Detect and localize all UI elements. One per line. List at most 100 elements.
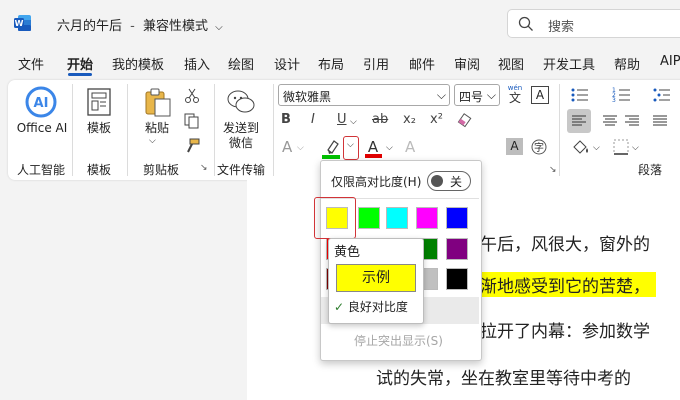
- change-case-button[interactable]: A: [405, 138, 415, 156]
- office-ai-button[interactable]: Office AI: [14, 121, 70, 136]
- svg-text:3: 3: [612, 97, 616, 104]
- high-contrast-toggle[interactable]: 关: [427, 171, 471, 191]
- group-divider: [559, 84, 560, 176]
- group-divider: [214, 84, 215, 176]
- group-label-paragraph: 段落: [638, 163, 663, 177]
- ribbon-tabs: 文件 开始 我的模板 插入 绘图 设计 布局 引用 邮件 审阅 视图 开发工具 …: [0, 50, 680, 76]
- font-size-value: 四号: [459, 90, 484, 104]
- copy-icon[interactable]: [184, 113, 200, 129]
- highlight-color-dropdown-button[interactable]: ⌵: [343, 136, 359, 160]
- high-contrast-only-label: 仅限高对比度(H): [331, 175, 422, 189]
- chevron-down-icon: ⌵: [486, 88, 496, 102]
- tab-insert[interactable]: 插入: [184, 54, 210, 73]
- group-label-ai: 人工智能: [17, 163, 66, 177]
- tab-home[interactable]: 开始: [67, 54, 93, 73]
- dialog-launcher-icon[interactable]: ↘: [200, 163, 208, 173]
- document-line-highlighted: 渐地感受到它的苦楚，: [480, 272, 656, 297]
- chevron-down-icon[interactable]: ⌵: [632, 143, 639, 153]
- color-swatch[interactable]: [386, 207, 408, 229]
- align-left-icon: [572, 115, 586, 126]
- tooltip-sample: 示例: [336, 264, 416, 292]
- borders-icon[interactable]: [612, 138, 630, 156]
- superscript-button[interactable]: x²: [430, 112, 443, 127]
- underline-button[interactable]: U: [337, 112, 347, 127]
- color-swatch[interactable]: [446, 207, 468, 229]
- color-swatch[interactable]: [416, 207, 438, 229]
- tooltip-color-name: 黄色: [334, 245, 361, 260]
- svg-text:字: 字: [534, 141, 544, 154]
- font-color-icon[interactable]: A: [364, 137, 384, 159]
- format-painter-icon[interactable]: [184, 138, 200, 154]
- subscript-button[interactable]: x₂: [403, 112, 416, 127]
- document-line: 试的失常，坐在教室里等待中考的: [376, 369, 631, 389]
- character-border-button[interactable]: A: [531, 86, 549, 104]
- highlighter-icon[interactable]: [320, 136, 344, 160]
- tab-draw[interactable]: 绘图: [228, 54, 254, 73]
- font-name-value: 微软雅黑: [283, 90, 332, 104]
- color-swatch[interactable]: [446, 268, 468, 290]
- wechat-icon: [227, 90, 255, 113]
- tab-references[interactable]: 引用: [363, 54, 389, 73]
- bold-button[interactable]: B: [281, 112, 291, 127]
- toggle-knob: [431, 175, 443, 187]
- tab-file[interactable]: 文件: [18, 54, 44, 73]
- svg-text:AI: AI: [34, 96, 49, 111]
- search-placeholder: 搜索: [548, 20, 575, 35]
- color-swatch[interactable]: [446, 238, 468, 260]
- justify-icon[interactable]: [648, 109, 672, 133]
- bullets-icon[interactable]: [570, 86, 590, 104]
- multilevel-list-icon[interactable]: [652, 86, 672, 104]
- group-label-template: 模板: [87, 163, 112, 177]
- chevron-down-icon: ⌵: [436, 88, 446, 102]
- numbering-icon[interactable]: 123: [612, 86, 632, 104]
- document-line: 拉开了内幕：参加数学: [480, 322, 650, 342]
- send-to-wechat-button[interactable]: 发送到微信: [218, 121, 264, 151]
- tooltip-contrast-info: ✓ 良好对比度: [334, 298, 408, 315]
- char-shading-button[interactable]: A: [506, 138, 523, 155]
- active-tab-indicator: [68, 73, 92, 76]
- template-button[interactable]: 模板: [86, 121, 112, 136]
- chevron-down-icon[interactable]: ⌵: [593, 143, 600, 153]
- tab-help[interactable]: 帮助: [614, 54, 640, 73]
- chevron-down-icon[interactable]: ⌵: [350, 117, 357, 127]
- strikethrough-button[interactable]: ab: [372, 112, 388, 127]
- color-swatch[interactable]: [358, 207, 380, 229]
- tab-developer[interactable]: 开发工具: [543, 54, 595, 73]
- tab-view[interactable]: 视图: [498, 54, 524, 73]
- tab-my-templates[interactable]: 我的模板: [112, 54, 164, 73]
- chevron-down-icon[interactable]: ⌵: [297, 143, 304, 153]
- svg-text:W: W: [15, 19, 24, 28]
- group-label-clipboard: 剪贴板: [143, 163, 180, 177]
- cut-icon[interactable]: [184, 88, 200, 104]
- dialog-launcher-icon[interactable]: ↘: [549, 165, 557, 175]
- clear-formatting-icon[interactable]: [456, 113, 472, 129]
- chevron-down-icon[interactable]: ⌵: [149, 136, 156, 146]
- checkmark-icon: ✓: [334, 300, 345, 314]
- group-divider: [127, 84, 128, 176]
- align-right-icon[interactable]: [620, 109, 644, 133]
- text-effect-button[interactable]: A: [282, 138, 292, 156]
- tab-review[interactable]: 审阅: [454, 54, 480, 73]
- paste-button[interactable]: 粘贴: [141, 121, 173, 136]
- chevron-down-icon: ⌵: [347, 140, 354, 150]
- stop-highlight-item: 停止突出显示(S): [354, 334, 443, 348]
- align-left-button[interactable]: [567, 109, 591, 133]
- document-line: 午后，风很大，窗外的: [480, 235, 650, 255]
- tab-aip[interactable]: AIP: [660, 54, 680, 69]
- align-center-icon[interactable]: [598, 109, 622, 133]
- enclose-characters-icon[interactable]: 字: [530, 138, 548, 156]
- font-name-dropdown[interactable]: 微软雅黑 ⌵: [278, 84, 450, 106]
- search-input[interactable]: 搜索: [507, 9, 680, 38]
- font-color-glyph: A: [368, 138, 379, 156]
- tab-design[interactable]: 设计: [274, 54, 300, 73]
- chevron-down-icon[interactable]: ⌵: [386, 143, 393, 153]
- phonetic-guide-button[interactable]: wén 文: [506, 84, 524, 105]
- tab-mailings[interactable]: 邮件: [409, 54, 435, 73]
- compat-mode-label: 兼容性模式: [143, 19, 209, 34]
- tab-layout[interactable]: 布局: [318, 54, 344, 73]
- shading-icon[interactable]: [570, 138, 592, 156]
- chevron-down-icon: ⌵: [215, 22, 223, 33]
- italic-button[interactable]: I: [311, 112, 315, 127]
- font-size-dropdown[interactable]: 四号 ⌵: [454, 84, 500, 106]
- document-title[interactable]: 六月的午后 - 兼容性模式 ⌵: [57, 15, 223, 34]
